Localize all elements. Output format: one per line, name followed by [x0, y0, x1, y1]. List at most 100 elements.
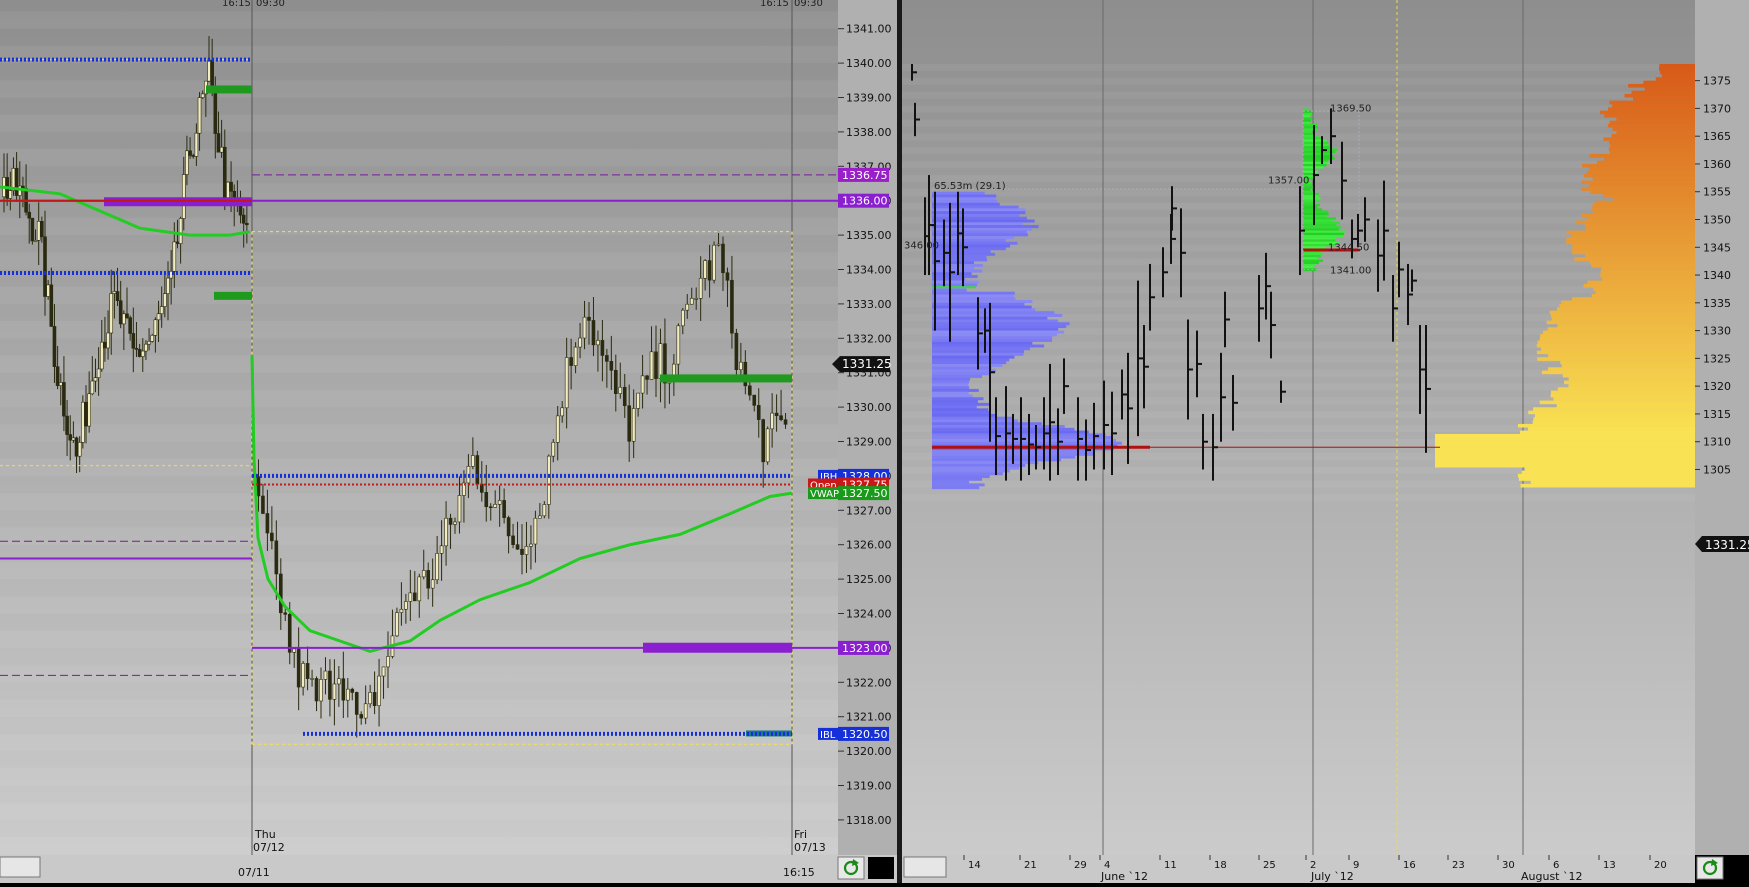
candle-body	[337, 678, 341, 685]
profile-bar	[1628, 83, 1695, 88]
profile-bar	[932, 197, 996, 201]
profile-bar	[1435, 457, 1695, 461]
price-band	[902, 188, 1695, 196]
candle-body	[417, 576, 422, 602]
profile-bar	[1591, 293, 1695, 298]
candle-body	[435, 553, 439, 581]
profile-bar	[1602, 193, 1695, 198]
axis-label: 1340.00	[846, 57, 892, 70]
profile-bar	[1572, 247, 1695, 251]
refresh-icon[interactable]	[837, 856, 865, 880]
price-band	[0, 768, 838, 786]
candle-body	[229, 181, 233, 192]
date-tick-label: 30	[1502, 860, 1515, 871]
profile-bar	[1303, 112, 1313, 116]
profile-bar	[1587, 170, 1695, 175]
profile-bar	[932, 347, 1030, 351]
profile-bar	[932, 297, 1016, 301]
profile-bar	[932, 258, 988, 262]
profile-bar	[1303, 228, 1339, 231]
profile-bar	[932, 408, 989, 412]
profile-bar	[1539, 400, 1695, 405]
refresh-icon[interactable]	[1696, 856, 1724, 880]
volume-annotation: 65.53m (29.1)	[934, 181, 1006, 192]
candle-body	[150, 334, 155, 342]
month-label: June `12	[1100, 870, 1148, 883]
profile-bar	[932, 475, 990, 479]
svg-text:1331.25: 1331.25	[1705, 538, 1749, 552]
price-tag-text: 1323.00	[842, 642, 888, 655]
candle-body	[323, 670, 328, 680]
candle-body	[587, 316, 591, 321]
candle-body	[159, 306, 164, 315]
profile-bar	[1530, 480, 1695, 485]
candle-body	[399, 608, 404, 613]
profile-bar	[932, 313, 1063, 317]
candle-body	[210, 59, 214, 88]
left-time-axis[interactable]	[0, 855, 897, 883]
profile-bar	[1585, 227, 1695, 231]
corner-box	[868, 857, 894, 879]
price-band	[0, 114, 838, 132]
scroll-thumb[interactable]	[0, 856, 41, 878]
vwap-label-text: VWAP	[810, 489, 839, 500]
candle-body	[721, 243, 725, 274]
price-band	[0, 424, 838, 442]
profile-bar	[1559, 303, 1695, 308]
profile-bar	[1303, 119, 1311, 122]
right-price-axis[interactable]	[1695, 0, 1749, 855]
axis-label: 1333.00	[846, 298, 892, 311]
profile-bar	[1585, 253, 1695, 258]
candle-body	[106, 332, 110, 349]
candle-body	[17, 185, 22, 196]
profile-bar	[1303, 126, 1318, 129]
price-band	[0, 837, 838, 855]
candle-body	[185, 150, 189, 175]
price-band	[0, 733, 838, 752]
candle-body	[112, 291, 117, 294]
candle-body	[596, 340, 600, 346]
scroll-thumb[interactable]	[903, 856, 947, 878]
profile-bar	[1303, 206, 1318, 209]
candle-body	[33, 239, 38, 242]
profile-bar	[1609, 150, 1695, 155]
profile-bar	[1303, 266, 1314, 269]
pane-divider[interactable]	[897, 0, 902, 883]
axis-label: 1320.00	[846, 745, 892, 758]
candle-body	[689, 298, 694, 305]
candle-body	[381, 666, 386, 677]
price-band	[0, 389, 838, 408]
profile-bar	[1601, 277, 1695, 281]
candle-body	[319, 679, 323, 702]
profile-bar	[1435, 433, 1695, 438]
candle-body	[613, 369, 618, 394]
profile-bar	[1303, 197, 1321, 200]
profile-bar	[1303, 137, 1323, 140]
profile-bar	[1592, 177, 1695, 181]
profile-bar	[1607, 107, 1695, 111]
profile-bar	[932, 275, 978, 279]
profile-bar	[1611, 133, 1695, 138]
profile-bar	[1303, 199, 1320, 202]
profile-bar	[1303, 259, 1323, 262]
profile-bar	[932, 363, 1003, 367]
profile-bar	[1435, 450, 1695, 455]
price-band	[0, 527, 838, 545]
profile-bar	[1566, 237, 1695, 241]
candle-body	[636, 392, 640, 409]
candle-body	[292, 648, 297, 653]
market-profile-charts[interactable]: 1341.001340.001339.001338.001337.001336.…	[0, 0, 1749, 883]
profile-bar	[1572, 297, 1695, 301]
profile-bar	[1610, 143, 1695, 148]
candle-body	[14, 167, 19, 196]
profile-bar	[932, 280, 979, 284]
price-band	[0, 665, 838, 683]
candle-body	[573, 346, 578, 366]
candle-body	[774, 412, 779, 417]
candle-body	[716, 243, 721, 246]
profile-bar	[1303, 188, 1311, 191]
ibl-tag-text: 1320.50	[842, 728, 888, 741]
candle-body	[222, 146, 227, 199]
profile-bar	[1303, 237, 1336, 240]
price-band	[902, 133, 1695, 141]
